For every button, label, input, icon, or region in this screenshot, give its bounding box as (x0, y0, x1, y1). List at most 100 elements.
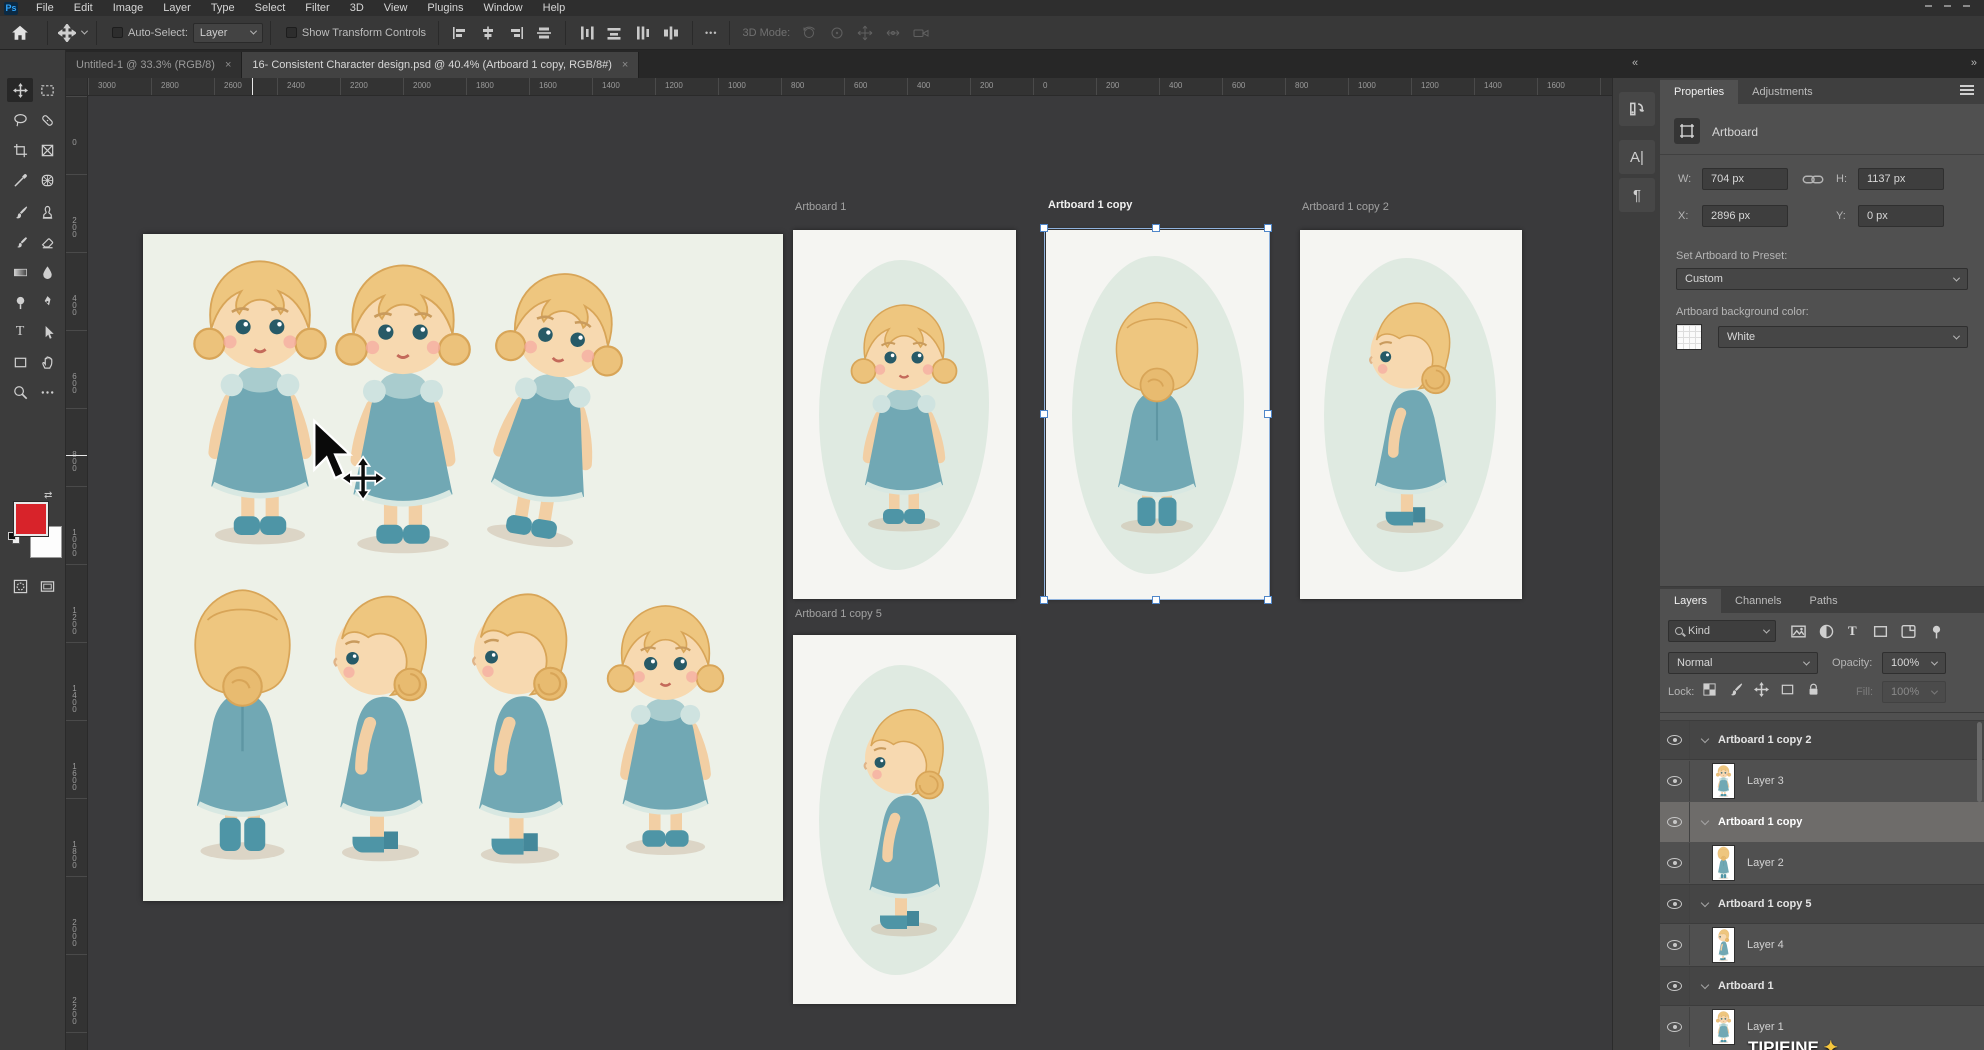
lock-position-icon[interactable] (1754, 682, 1769, 697)
reference-character-sheet-image[interactable] (143, 234, 783, 901)
tab-paths[interactable]: Paths (1796, 589, 1852, 613)
expand-chevron-icon[interactable] (1701, 816, 1709, 824)
3d-slide-icon[interactable] (885, 25, 901, 41)
auto-select-checkbox[interactable] (112, 27, 123, 38)
layer-thumbnail[interactable] (1712, 763, 1735, 799)
menu-view[interactable]: View (374, 0, 418, 16)
show-transform-controls-checkbox[interactable] (286, 27, 297, 38)
layer-row-artboard-1-copy-2[interactable]: Artboard 1 copy 2 (1660, 720, 1984, 760)
expand-chevron-icon[interactable] (1701, 980, 1709, 988)
patch-tool[interactable] (34, 168, 60, 192)
layer-row-artboard-1[interactable]: Artboard 1 (1660, 966, 1984, 1006)
menu-edit[interactable]: Edit (64, 0, 103, 16)
paragraph-panel-icon[interactable]: ¶ (1619, 178, 1655, 212)
filter-shape-layers-icon[interactable] (1872, 623, 1889, 640)
move-tool[interactable] (7, 78, 33, 102)
lock-all-icon[interactable] (1806, 682, 1821, 697)
y-field[interactable]: 0 px (1858, 205, 1944, 227)
filter-type-layers-icon[interactable]: T (1848, 623, 1857, 639)
menu-select[interactable]: Select (245, 0, 296, 16)
tab-adjustments[interactable]: Adjustments (1738, 80, 1827, 104)
lasso-tool[interactable] (7, 108, 33, 132)
artboard-1[interactable] (793, 230, 1016, 599)
menu-filter[interactable]: Filter (295, 0, 339, 16)
transform-handle[interactable] (1152, 596, 1160, 604)
visibility-toggle[interactable] (1660, 925, 1690, 965)
align-left-edges-icon[interactable] (452, 25, 468, 41)
menu-layer[interactable]: Layer (153, 0, 201, 16)
tab-layers[interactable]: Layers (1660, 589, 1721, 613)
blur-tool[interactable] (34, 260, 60, 284)
frame-tool[interactable] (34, 138, 60, 162)
zoom-tool[interactable] (7, 380, 33, 404)
expand-panels-icon[interactable]: » (1971, 57, 1976, 69)
lock-transparency-icon[interactable] (1702, 682, 1717, 697)
3d-orbit-icon[interactable] (801, 25, 817, 41)
pen-tool[interactable] (34, 290, 60, 314)
visibility-toggle[interactable] (1660, 885, 1690, 923)
layer-row-layer-2[interactable]: Layer 2 (1660, 843, 1984, 883)
menu-image[interactable]: Image (103, 0, 154, 16)
blend-mode-dropdown[interactable]: Normal (1668, 652, 1818, 674)
swap-colors-icon[interactable]: ⇄ (44, 490, 52, 501)
lock-pixels-icon[interactable] (1728, 682, 1743, 697)
collapse-panels-icon[interactable]: « (1632, 57, 1637, 69)
foreground-color-swatch[interactable] (14, 502, 48, 536)
artboard-1-copy-5[interactable] (793, 635, 1016, 1004)
close-tab-icon[interactable]: × (622, 59, 628, 71)
menu-plugins[interactable]: Plugins (417, 0, 473, 16)
menu-type[interactable]: Type (201, 0, 245, 16)
layer-thumbnail[interactable] (1712, 1009, 1735, 1045)
window-controls[interactable] (1925, 5, 1970, 7)
path-selection-tool[interactable] (34, 320, 60, 344)
tab-properties[interactable]: Properties (1660, 80, 1738, 104)
preset-dropdown[interactable]: Custom (1676, 268, 1968, 290)
layer-thumbnail[interactable] (1712, 927, 1735, 963)
menu-help[interactable]: Help (533, 0, 576, 16)
type-tool[interactable]: T (7, 320, 33, 344)
visibility-toggle[interactable] (1660, 761, 1690, 801)
transform-handle[interactable] (1264, 596, 1272, 604)
distribute-vertical-icon[interactable] (607, 25, 623, 41)
distribute-horizontal-icon[interactable] (579, 25, 595, 41)
width-field[interactable]: 704 px (1702, 168, 1788, 190)
expand-chevron-icon[interactable] (1701, 898, 1709, 906)
layers-scrollbar[interactable] (1977, 722, 1982, 802)
auto-select-target-dropdown[interactable]: Layer (193, 23, 263, 43)
distribute-left-icon[interactable] (635, 25, 651, 41)
history-brush-tool[interactable] (7, 230, 33, 254)
transform-handle[interactable] (1040, 224, 1048, 232)
transform-handle[interactable] (1040, 596, 1048, 604)
brush-tool[interactable] (7, 200, 33, 224)
clone-stamp-tool[interactable] (34, 200, 60, 224)
align-horizontal-centers-icon[interactable] (480, 25, 496, 41)
distribute-center-icon[interactable] (663, 25, 679, 41)
layer-row-layer-3[interactable]: Layer 3 (1660, 761, 1984, 801)
ruler-vertical[interactable]: 0200400600800100012001400160018002000220… (66, 96, 88, 1050)
eyedropper-tool[interactable] (7, 168, 33, 192)
canvas-area[interactable]: Artboard 1 Artboard 1 copy Artboard 1 co… (88, 96, 1612, 1050)
transform-handle[interactable] (1040, 410, 1048, 418)
layer-row-artboard-1-copy[interactable]: Artboard 1 copy (1660, 802, 1984, 842)
lock-artboard-icon[interactable] (1780, 682, 1795, 697)
tab-untitled-1[interactable]: Untitled-1 @ 33.3% (RGB/8)× (66, 52, 242, 78)
dodge-tool[interactable] (7, 290, 33, 314)
layer-thumbnail[interactable] (1712, 845, 1735, 881)
screen-mode-button[interactable] (34, 574, 60, 598)
move-tool-preset-icon[interactable] (55, 24, 89, 42)
edit-toolbar-icon[interactable] (34, 380, 60, 404)
visibility-toggle[interactable] (1660, 967, 1690, 1005)
align-right-edges-icon[interactable] (508, 25, 524, 41)
artboard-label[interactable]: Artboard 1 copy 2 (1302, 201, 1389, 213)
align-vertical-centers-icon[interactable] (536, 25, 552, 41)
artboard-bg-color-dropdown[interactable]: White (1718, 326, 1968, 348)
filter-pixel-layers-icon[interactable] (1790, 623, 1807, 640)
close-tab-icon[interactable]: × (225, 59, 231, 71)
quick-mask-button[interactable] (7, 574, 33, 598)
3d-camera-icon[interactable] (913, 25, 929, 41)
marquee-tool[interactable] (34, 78, 60, 102)
artboard-label[interactable]: Artboard 1 (795, 201, 846, 213)
layer-filter-kind-dropdown[interactable]: Kind (1668, 620, 1776, 642)
artboard-label[interactable]: Artboard 1 copy 5 (795, 608, 882, 620)
fill-dropdown[interactable]: 100% (1882, 681, 1946, 703)
